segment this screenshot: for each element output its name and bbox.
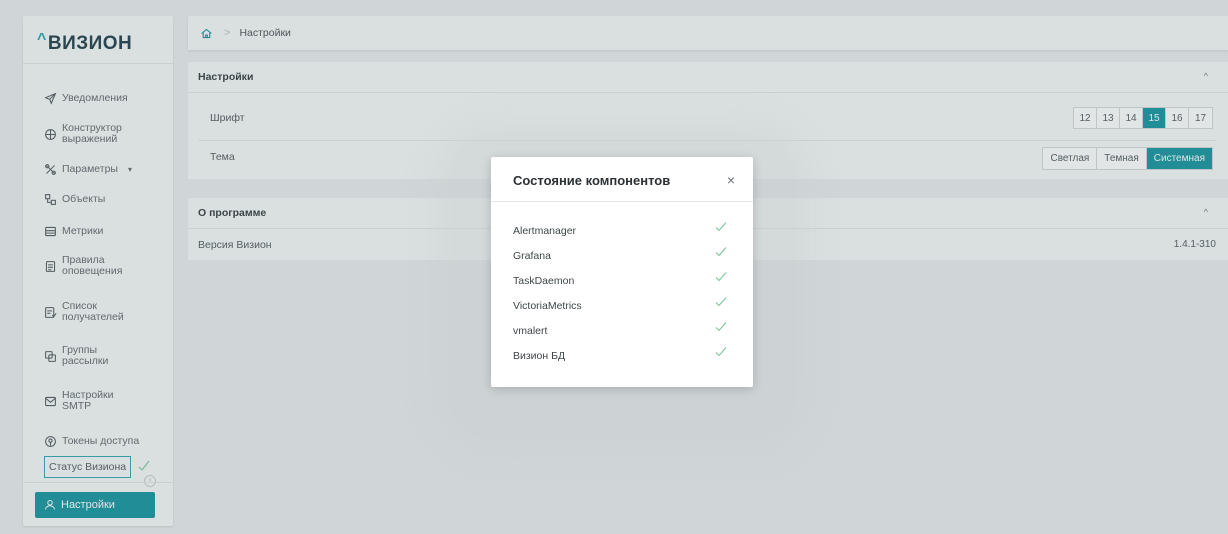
component-name: vmalert xyxy=(513,325,548,337)
component-name: Alertmanager xyxy=(513,225,577,237)
component-row: TaskDaemon xyxy=(513,271,729,291)
component-status-modal: Состояние компонентов × Alertmanager Gra… xyxy=(491,157,753,387)
divider xyxy=(491,201,753,202)
component-name: Grafana xyxy=(513,250,551,262)
check-icon xyxy=(715,222,727,232)
component-row: Визион БД xyxy=(513,346,729,366)
component-row: VictoriaMetrics xyxy=(513,296,729,316)
close-icon[interactable]: × xyxy=(727,173,735,187)
check-icon xyxy=(715,247,727,257)
component-name: TaskDaemon xyxy=(513,275,575,287)
component-row: vmalert xyxy=(513,321,729,341)
modal-title: Состояние компонентов xyxy=(513,173,671,188)
component-name: VictoriaMetrics xyxy=(513,300,582,312)
component-row: Grafana xyxy=(513,246,729,266)
component-row: Alertmanager xyxy=(513,221,729,241)
check-icon xyxy=(715,297,727,307)
check-icon xyxy=(715,322,727,332)
check-icon xyxy=(715,347,727,357)
check-icon xyxy=(715,272,727,282)
component-name: Визион БД xyxy=(513,350,566,362)
